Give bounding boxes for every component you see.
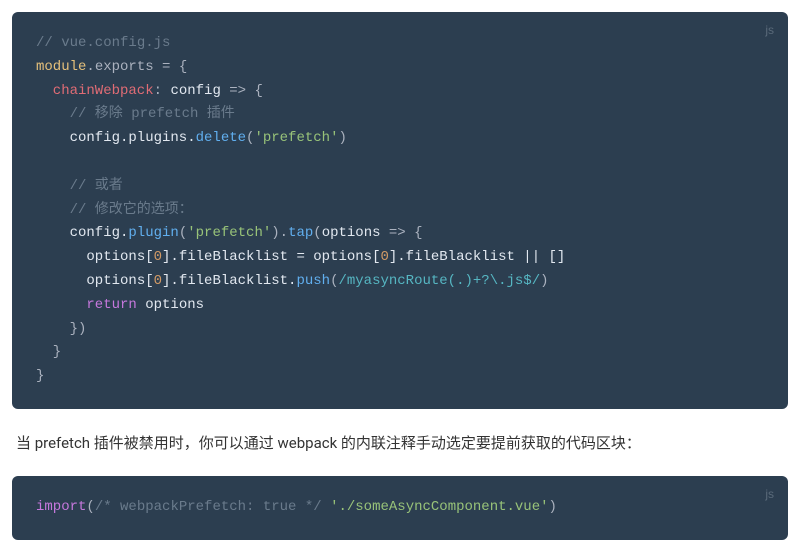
code-line: return options	[36, 294, 764, 318]
language-badge: js	[765, 20, 774, 40]
code-line: config.plugin('prefetch').tap(options =>…	[36, 222, 764, 246]
code-line: chainWebpack: config => {	[36, 80, 764, 104]
code-line: }	[36, 365, 764, 389]
prose-paragraph: 当 prefetch 插件被禁用时，你可以通过 webpack 的内联注释手动选…	[0, 421, 800, 465]
code-line: }	[36, 341, 764, 365]
code-line: import(/* webpackPrefetch: true */ './so…	[36, 496, 764, 520]
code-line: // 修改它的选项：	[36, 199, 764, 223]
language-badge: js	[765, 484, 774, 504]
code-line: module.exports = {	[36, 56, 764, 80]
code-line: // vue.config.js	[36, 32, 764, 56]
code-block-1: js // vue.config.js module.exports = { c…	[12, 12, 788, 409]
code-line-empty	[36, 151, 764, 175]
code-line: config.plugins.delete('prefetch')	[36, 127, 764, 151]
code-line: })	[36, 318, 764, 342]
code-line: // 移除 prefetch 插件	[36, 103, 764, 127]
code-line: options[0].fileBlacklist.push(/myasyncRo…	[36, 270, 764, 294]
code-line: // 或者	[36, 175, 764, 199]
code-line: options[0].fileBlacklist = options[0].fi…	[36, 246, 764, 270]
